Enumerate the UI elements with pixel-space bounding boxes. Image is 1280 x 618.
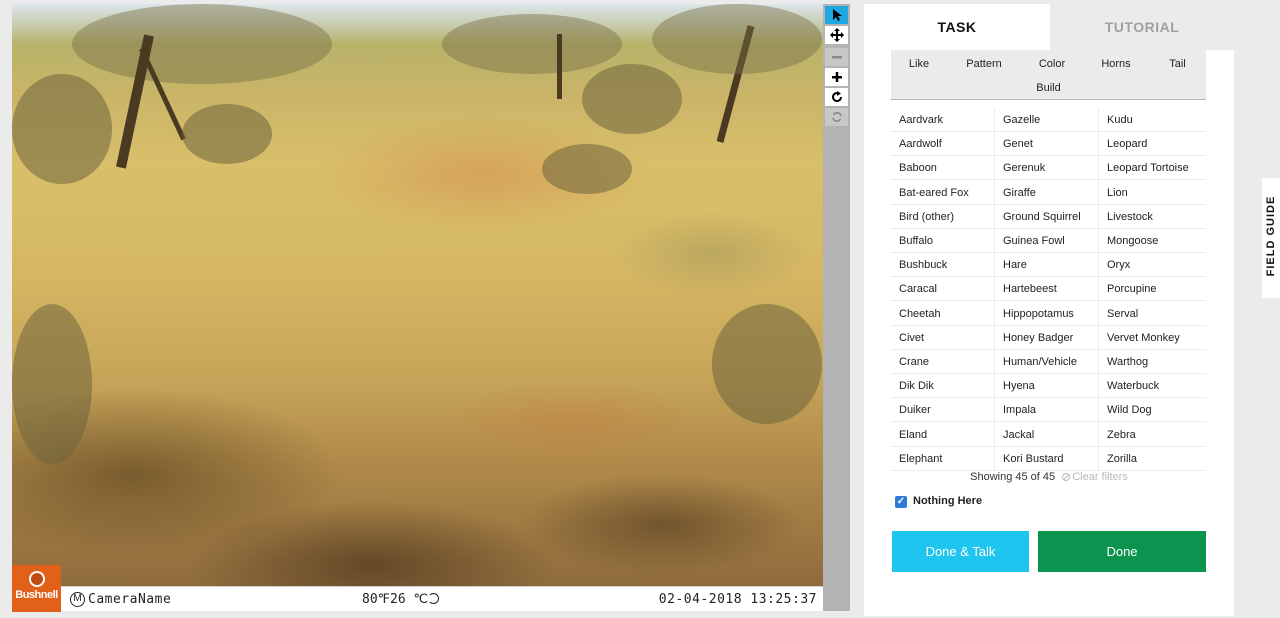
species-option[interactable]: Guinea Fowl <box>995 229 1099 253</box>
species-option[interactable]: Leopard <box>1099 132 1206 157</box>
capture-datetime: 02-04-2018 13:25:37 <box>658 592 817 607</box>
species-option[interactable]: Dik Dik <box>891 374 995 399</box>
species-option[interactable]: Hare <box>995 253 1099 278</box>
species-option[interactable]: Eland <box>891 422 995 447</box>
tab-task[interactable]: TASK <box>864 4 1050 50</box>
species-option[interactable]: Crane <box>891 350 995 374</box>
clear-filters-link[interactable]: Clear filters <box>1062 471 1128 483</box>
brand-emblem-icon <box>28 571 45 587</box>
species-option[interactable]: Oryx <box>1099 253 1206 278</box>
species-option[interactable]: Kori Bustard <box>995 446 1099 471</box>
filter-horns[interactable]: Horns <box>1083 52 1149 76</box>
species-list: Aardvark Gazelle Kudu Aardwolf Genet Leopard B… <box>891 108 1206 471</box>
filter-status: Showing 45 of 45 Clear filters <box>864 471 1234 483</box>
subject-viewer: Bushnell M CameraName 80℉26 ℃ 02-04-2018… <box>12 4 823 612</box>
species-option[interactable]: Caracal <box>891 277 995 302</box>
done-and-talk-button[interactable]: Done & Talk <box>892 531 1029 572</box>
filter-pattern[interactable]: Pattern <box>947 52 1021 76</box>
bush <box>542 144 632 194</box>
species-option[interactable]: Porcupine <box>1099 277 1206 302</box>
filter-build[interactable]: Build <box>891 76 1206 100</box>
species-option[interactable]: Duiker <box>891 398 995 423</box>
species-option[interactable]: Genet <box>995 132 1099 157</box>
filter-like[interactable]: Like <box>891 52 947 76</box>
tab-tutorial[interactable]: TUTORIAL <box>1050 4 1234 50</box>
nothing-here-checkbox[interactable]: ✓ <box>895 496 907 508</box>
classify-page: Bushnell M CameraName 80℉26 ℃ 02-04-2018… <box>0 0 1280 618</box>
species-option[interactable]: Livestock <box>1099 205 1206 229</box>
temperature-value: 80℉26 ℃ <box>362 592 429 607</box>
zoom-in-icon[interactable] <box>825 68 848 86</box>
bush <box>582 64 682 134</box>
species-option[interactable]: Aardvark <box>891 108 995 132</box>
species-option[interactable]: Waterbuck <box>1099 374 1206 399</box>
tree-canopy <box>442 14 622 74</box>
species-option[interactable]: Kudu <box>1099 108 1206 132</box>
species-option[interactable]: Warthog <box>1099 350 1206 374</box>
species-option[interactable]: Bushbuck <box>891 253 995 278</box>
field-guide-label: FIELD GUIDE <box>1265 195 1277 277</box>
species-option[interactable]: Cheetah <box>891 301 995 326</box>
camera-name: CameraName <box>88 592 172 607</box>
filter-bar: Like Pattern Color Horns Tail Build <box>891 50 1206 100</box>
nothing-here-label: Nothing Here <box>913 495 983 507</box>
clear-filters-label: Clear filters <box>1072 471 1128 483</box>
species-option[interactable]: Wild Dog <box>1099 398 1206 423</box>
reset-icon[interactable] <box>825 108 848 126</box>
task-panel: TASK TUTORIAL Like Pattern Color Horns T… <box>864 4 1234 616</box>
camera-info-bar: Bushnell M CameraName 80℉26 ℃ 02-04-2018… <box>12 565 823 612</box>
image-toolbar <box>823 4 850 611</box>
moon-icon <box>428 593 440 604</box>
species-option[interactable]: Jackal <box>995 422 1099 447</box>
species-option[interactable]: Vervet Monkey <box>1099 326 1206 350</box>
showing-count: Showing 45 of 45 <box>970 471 1056 483</box>
field-guide-tab[interactable]: FIELD GUIDE <box>1262 178 1280 298</box>
species-option[interactable]: Hippopotamus <box>995 301 1099 326</box>
filter-tail[interactable]: Tail <box>1149 52 1206 76</box>
species-option[interactable]: Gerenuk <box>995 156 1099 181</box>
tree-trunk <box>557 34 562 99</box>
species-option[interactable]: Hyena <box>995 374 1099 399</box>
species-option[interactable]: Elephant <box>891 446 995 471</box>
species-option[interactable]: Bird (other) <box>891 204 995 229</box>
bush <box>12 74 112 184</box>
temperature-readout: 80℉26 ℃ <box>362 592 440 607</box>
filter-color[interactable]: Color <box>1021 52 1083 76</box>
species-option[interactable]: Honey Badger <box>995 325 1099 350</box>
species-option[interactable]: Zorilla <box>1099 447 1206 471</box>
species-option[interactable]: Giraffe <box>995 180 1099 205</box>
species-option[interactable]: Leopard Tortoise <box>1099 156 1206 181</box>
tree-canopy <box>72 4 332 84</box>
panel-tabs: TASK TUTORIAL <box>864 4 1234 50</box>
rotate-icon[interactable] <box>825 88 848 106</box>
nothing-here-option[interactable]: ✓ Nothing Here <box>895 495 982 508</box>
species-option[interactable]: Zebra <box>1099 423 1206 447</box>
species-option[interactable]: Human/Vehicle <box>995 350 1099 374</box>
done-button[interactable]: Done <box>1038 531 1206 572</box>
species-option[interactable]: Buffalo <box>891 229 995 253</box>
camera-trap-image[interactable] <box>12 4 823 586</box>
moon-phase-icon: M <box>70 592 85 607</box>
bush <box>182 104 272 164</box>
species-option[interactable]: Mongoose <box>1099 229 1206 253</box>
ban-icon <box>1062 473 1071 481</box>
bush <box>12 304 92 464</box>
pointer-icon[interactable] <box>825 6 848 24</box>
species-option[interactable]: Aardwolf <box>891 132 995 157</box>
move-icon[interactable] <box>825 26 848 44</box>
species-option[interactable]: Civet <box>891 325 995 350</box>
bushnell-logo: Bushnell <box>12 565 61 612</box>
brand-name: Bushnell <box>15 589 58 601</box>
species-option[interactable]: Gazelle <box>995 108 1099 132</box>
species-option[interactable]: Hartebeest <box>995 277 1099 302</box>
species-option[interactable]: Serval <box>1099 302 1206 326</box>
species-option[interactable]: Bat-eared Fox <box>891 180 995 205</box>
tree-canopy <box>652 4 822 74</box>
bush <box>712 304 822 424</box>
zoom-out-icon[interactable] <box>825 48 848 66</box>
species-option[interactable]: Impala <box>995 398 1099 423</box>
species-option[interactable]: Lion <box>1099 181 1206 205</box>
species-option[interactable]: Ground Squirrel <box>995 204 1099 229</box>
species-option[interactable]: Baboon <box>891 156 995 181</box>
